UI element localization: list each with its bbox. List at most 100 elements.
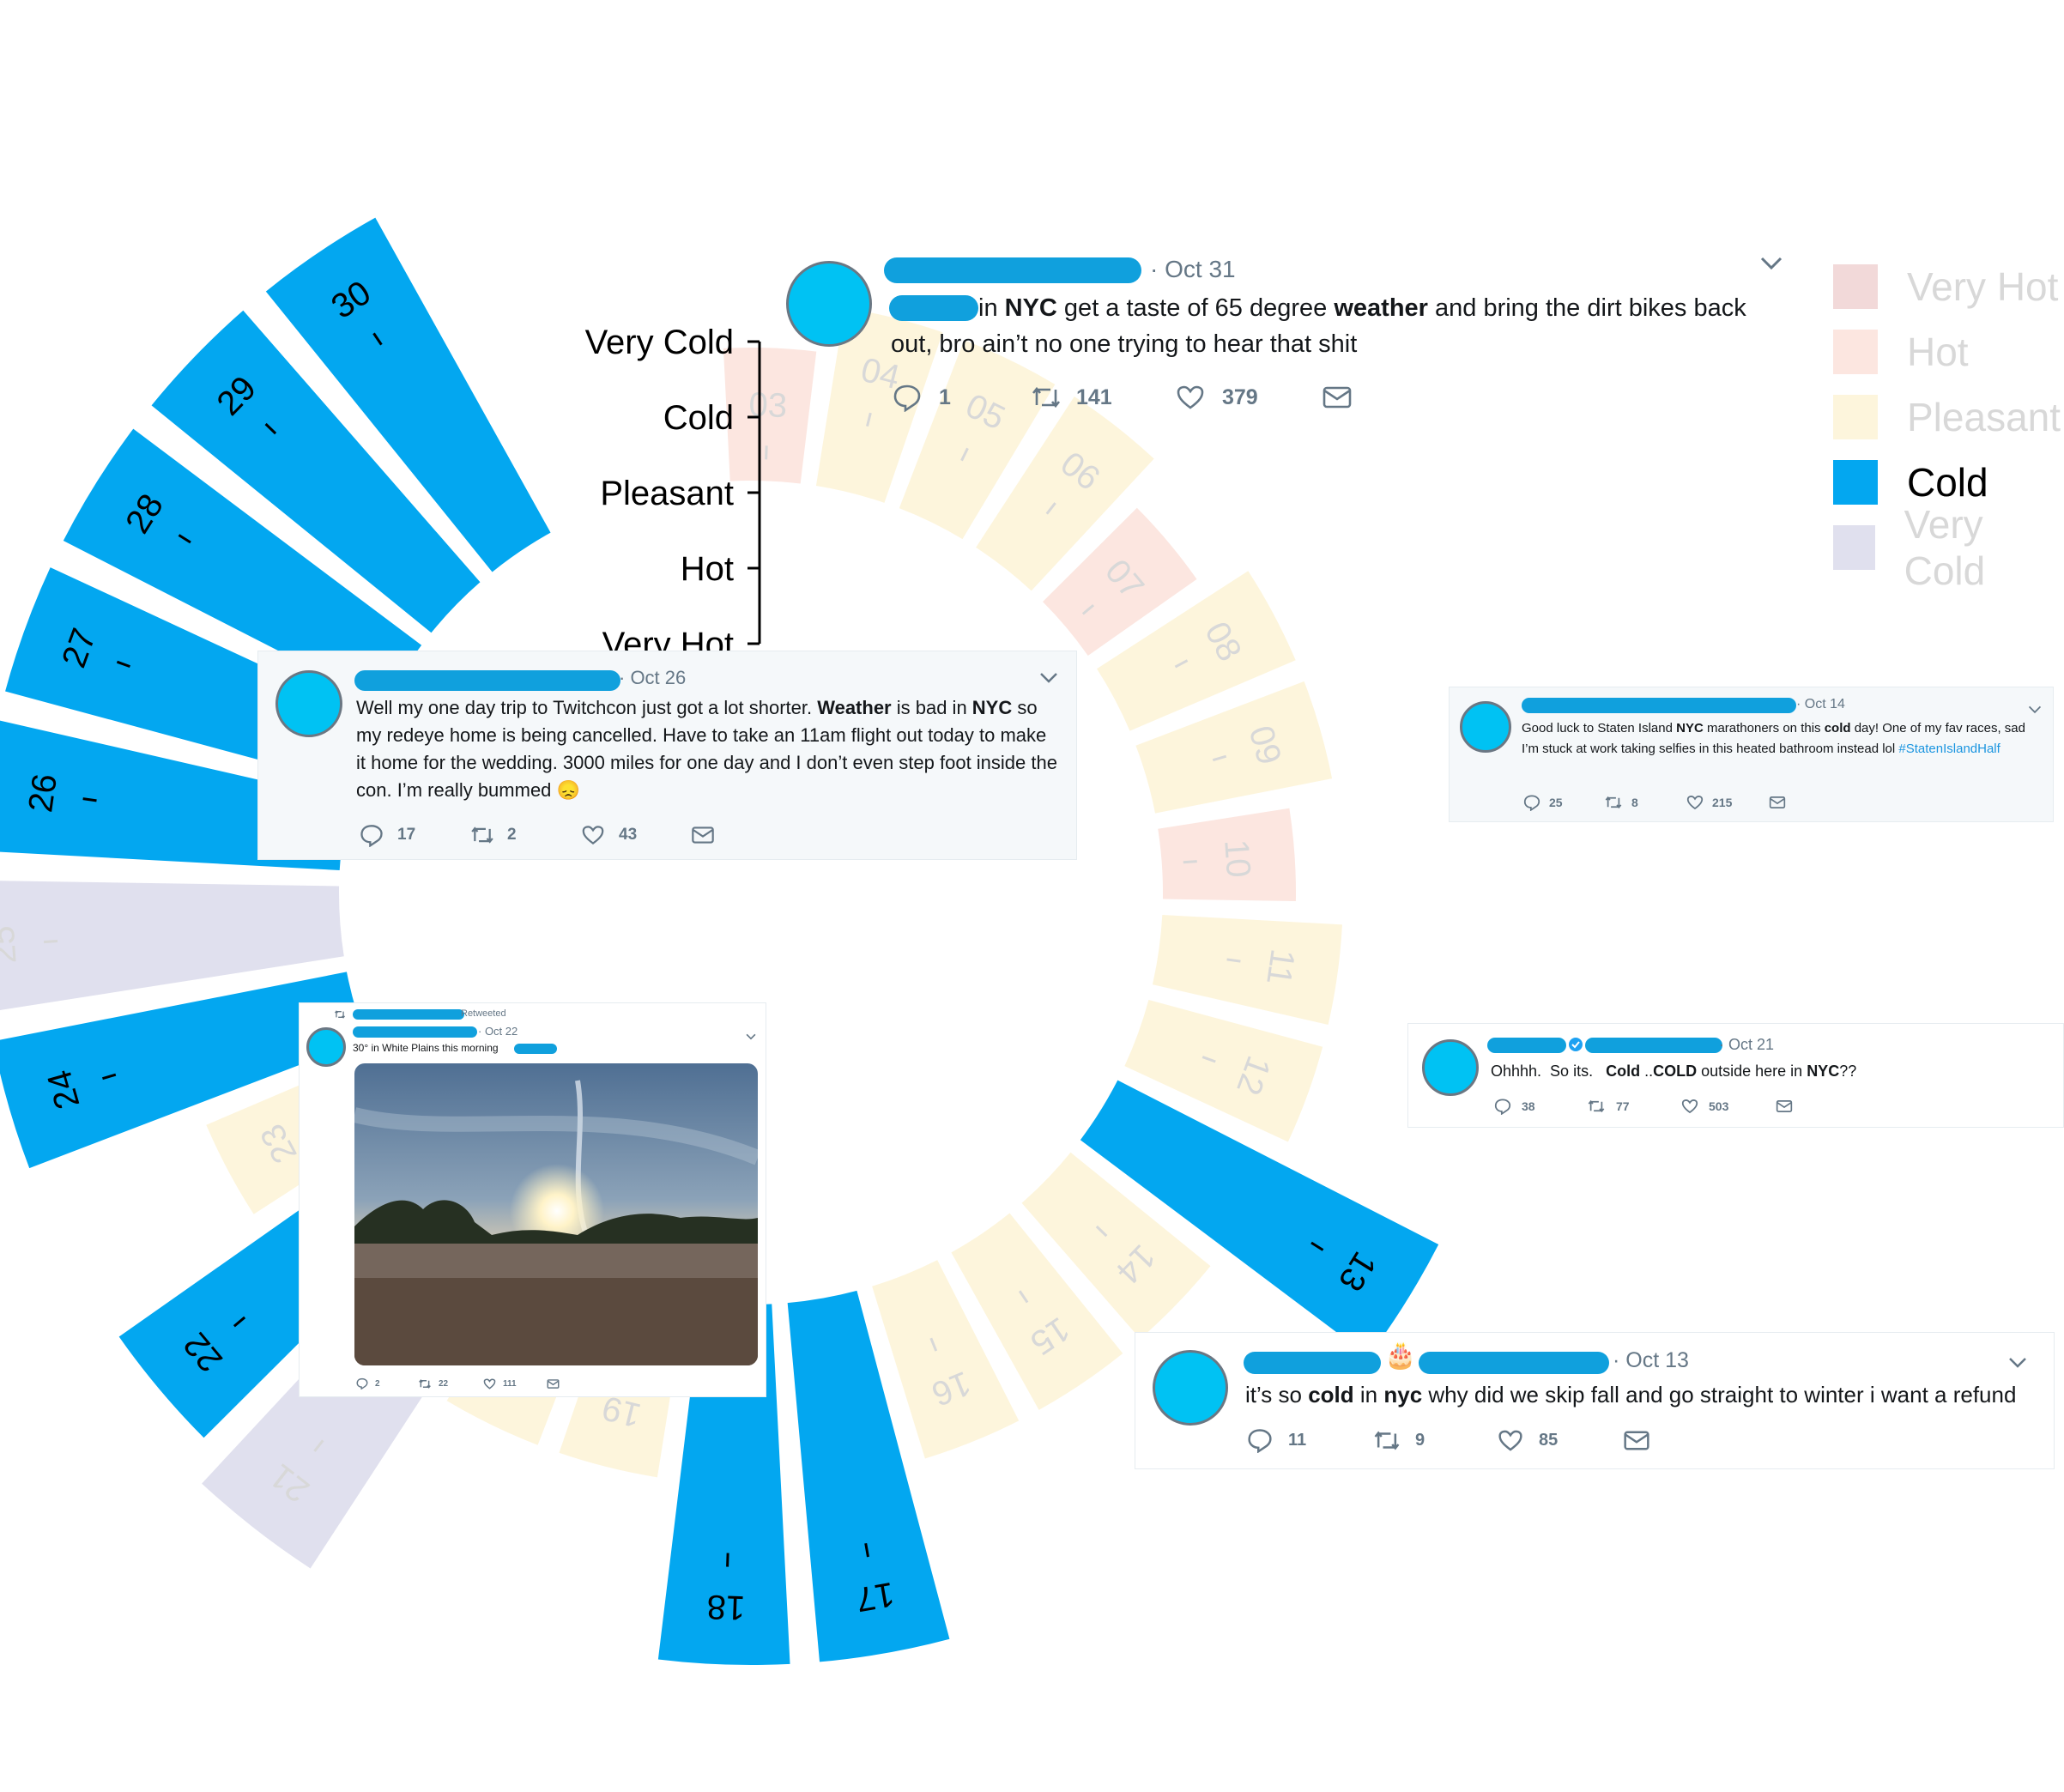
legend-item[interactable]: Hot <box>1833 319 2064 384</box>
heart-icon <box>1686 795 1704 810</box>
day-label-text: 10 <box>1217 838 1257 879</box>
day-tick <box>1183 860 1197 864</box>
reply-button[interactable]: 25 <box>1523 794 1604 811</box>
tweet-text: it’s so cold in nyc why did we skip fall… <box>1245 1382 2017 1408</box>
reply-button[interactable]: 38 <box>1494 1098 1587 1115</box>
avatar[interactable] <box>1460 701 1511 753</box>
retweet-count: 22 <box>439 1378 449 1389</box>
heart-icon <box>1498 1429 1523 1452</box>
reply-count: 11 <box>1288 1430 1307 1450</box>
retweet-count: 8 <box>1631 796 1638 809</box>
like-button[interactable]: 111 <box>483 1378 547 1389</box>
reply-button[interactable]: 11 <box>1247 1427 1372 1453</box>
heart-icon <box>1176 384 1205 410</box>
like-button[interactable]: 215 <box>1686 795 1769 810</box>
day-label-text: 26 <box>21 772 64 814</box>
level-axis-label: Pleasant <box>600 475 734 512</box>
tweet-date[interactable]: · Oct 22 <box>478 1025 518 1038</box>
legend-item[interactable]: Very Hot <box>1833 254 2064 319</box>
tweet-card-oct14[interactable]: · Oct 14 Good luck to Staten Island NYC … <box>1449 687 2054 822</box>
message-button[interactable] <box>1776 1099 1793 1114</box>
retweet-button[interactable]: 9 <box>1372 1429 1498 1452</box>
retweet-icon <box>1372 1429 1401 1452</box>
retweet-icon <box>418 1378 432 1389</box>
level-axis-label: Hot <box>681 550 734 588</box>
tweet-card-oct31[interactable]: · Oct 31 in NYC get a taste of 65 degree… <box>755 230 1794 429</box>
tweet-card-oct21[interactable]: · Oct 21 Ohhhh. So its. Cold ..COLD outs… <box>1407 1023 2064 1128</box>
tweet-actions: 2 22 111 <box>356 1377 560 1389</box>
avatar[interactable] <box>1153 1350 1228 1426</box>
like-count: 379 <box>1222 384 1258 409</box>
tweet-card-oct22[interactable]: Retweeted · Oct 22 30° in White Plains t… <box>299 1002 766 1397</box>
like-button[interactable]: 379 <box>1176 384 1322 410</box>
tweet-text: 30° in White Plains this morning <box>353 1042 499 1054</box>
avatar[interactable] <box>306 1027 346 1067</box>
reply-count: 38 <box>1522 1099 1535 1113</box>
legend-label: Very Hot <box>1907 264 2059 309</box>
tweet-actions: 1 141 379 <box>893 383 1353 412</box>
retweet-count: 77 <box>1616 1099 1630 1113</box>
reply-button[interactable]: 1 <box>893 383 1030 412</box>
redacted-mention <box>514 1044 557 1054</box>
reply-button[interactable]: 2 <box>356 1377 418 1389</box>
envelope-icon <box>691 825 715 845</box>
message-button[interactable] <box>1623 1429 1650 1452</box>
day-label-text: 17 <box>853 1575 897 1619</box>
message-button[interactable] <box>1769 795 1786 810</box>
message-button[interactable] <box>691 825 715 845</box>
retweet-button[interactable]: 2 <box>469 825 581 845</box>
retweet-button[interactable]: 22 <box>418 1378 483 1389</box>
legend-item[interactable]: Pleasant <box>1833 384 2064 450</box>
tweet-photo[interactable] <box>354 1063 758 1365</box>
tweet-card-oct13[interactable]: 🎂 · Oct 13 it’s so cold in nyc why did w… <box>1135 1332 2055 1469</box>
tweet-actions: 25 8 215 <box>1523 794 1786 811</box>
like-count: 215 <box>1712 796 1733 809</box>
retweet-button[interactable]: 77 <box>1587 1099 1681 1114</box>
tweet-date[interactable]: · Oct 31 <box>1150 256 1236 283</box>
chevron-down-icon[interactable] <box>1039 672 1058 688</box>
legend-swatch <box>1833 330 1878 374</box>
day-label-text: 11 <box>1259 947 1301 987</box>
tweet-card-oct26[interactable]: · Oct 26 Well my one day trip to Twitchc… <box>257 651 1077 860</box>
avatar[interactable] <box>786 261 872 347</box>
like-button[interactable]: 85 <box>1498 1429 1623 1452</box>
tweet-date[interactable]: · Oct 13 <box>1613 1348 1689 1373</box>
birthday-cake-icon: 🎂 <box>1384 1341 1417 1370</box>
avatar[interactable] <box>275 670 342 737</box>
message-button[interactable] <box>1322 384 1353 410</box>
chevron-down-icon[interactable] <box>746 1029 756 1044</box>
bar-day-11 <box>1152 914 1342 1026</box>
tweet-date[interactable]: · Oct 26 <box>619 667 686 689</box>
tweet-text: in NYC get a taste of 65 degree weather … <box>891 294 1746 358</box>
level-axis-label: Cold <box>663 399 734 437</box>
tweet-date[interactable]: · Oct 14 <box>1796 697 1845 712</box>
redacted-retweeter <box>353 1009 464 1020</box>
retweet-icon <box>1604 795 1623 810</box>
weather-collage: 0304050607080910111213141516171819202122… <box>0 0 2064 1792</box>
retweet-button[interactable]: 141 <box>1030 384 1176 410</box>
chevron-down-icon[interactable] <box>1759 256 1783 275</box>
envelope-icon <box>1776 1099 1793 1114</box>
legend-label: Hot <box>1907 330 1969 374</box>
like-count: 111 <box>503 1378 517 1389</box>
like-count: 43 <box>619 826 638 844</box>
retweet-button[interactable]: 8 <box>1604 795 1686 810</box>
avatar[interactable] <box>1422 1039 1479 1096</box>
chevron-down-icon[interactable] <box>2007 1357 2028 1373</box>
tweet-text: Good luck to Staten Island NYC marathone… <box>1522 721 2025 756</box>
verified-icon <box>1568 1037 1583 1056</box>
message-button[interactable] <box>547 1378 560 1389</box>
tweet-text: Well my one day trip to Twitchcon just g… <box>356 697 1057 801</box>
legend-item[interactable]: Very Cold <box>1833 502 2064 593</box>
like-button[interactable]: 503 <box>1681 1099 1776 1114</box>
day-label-text: 25 <box>0 924 24 965</box>
chevron-down-icon[interactable] <box>2028 703 2042 718</box>
redacted-username <box>353 1026 477 1038</box>
tweet-date[interactable]: · Oct 21 <box>1719 1036 1774 1054</box>
retweet-count: 141 <box>1076 384 1112 409</box>
legend-swatch <box>1833 264 1878 309</box>
day-tick <box>726 1553 729 1567</box>
reply-button[interactable]: 17 <box>360 823 469 847</box>
like-button[interactable]: 43 <box>581 825 691 845</box>
legend-swatch <box>1833 525 1875 570</box>
